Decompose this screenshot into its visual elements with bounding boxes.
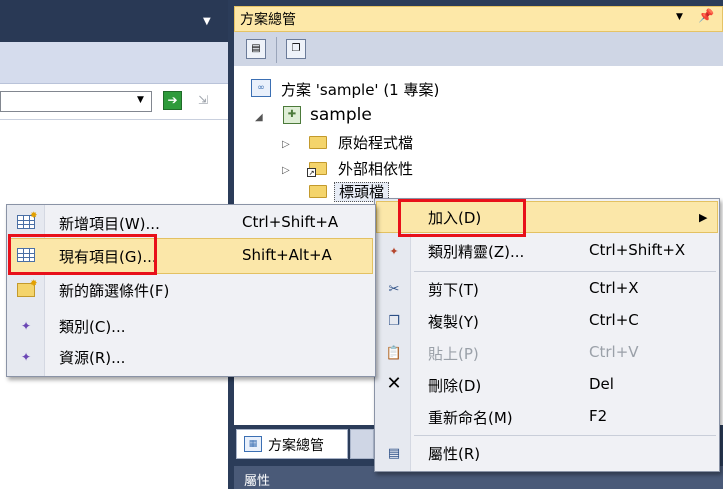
solution-explorer-toolbar [234,32,723,66]
menu-shortcut: Ctrl+C [589,311,639,329]
solution-explorer-icon: ▦ [244,436,262,452]
tree-item-folder[interactable]: 原始程式檔 [338,132,413,153]
new-star-icon: ✸ [30,211,38,221]
solution-explorer-title-bar [234,6,723,32]
delete-icon: ✕ [386,373,402,394]
menu-separator [414,435,716,436]
menu-shortcut: Ctrl+V [589,343,639,361]
paste-icon: 📋 [385,346,403,361]
editor-panel-header [0,42,228,84]
dropdown-icon[interactable]: ▼ [676,12,683,22]
tree-item-project[interactable]: sample [310,105,372,125]
menu-item-rename[interactable]: 重新命名(M) [428,407,513,428]
navigation-combo[interactable] [0,91,152,112]
annotation-frame [8,234,157,275]
collapse-icon[interactable]: ◢ [255,112,263,123]
solution-icon: ∞ [251,79,271,97]
tab-label: 方案總管 [268,438,324,454]
menu-shortcut: Del [589,375,614,393]
resource-icon: ✦ [20,350,32,364]
divider [0,119,228,120]
context-menu [374,198,720,472]
expand-icon[interactable]: ▷ [282,139,290,150]
expand-icon[interactable]: ▷ [282,165,290,176]
tree-item-solution[interactable]: 方案 'sample' (1 專案) [281,79,439,100]
chevron-down-icon[interactable]: ▼ [137,95,144,105]
properties-panel-title: 屬性 [244,474,271,489]
class-wizard-icon: ✦ [389,245,399,258]
pin-icon[interactable]: 📌 [698,9,714,24]
submenu-item-class[interactable]: 類別(C)... [59,316,125,337]
menu-item-cut[interactable]: 剪下(T) [428,279,479,300]
menu-item-copy[interactable]: 複製(Y) [428,311,479,332]
submenu-item-new-item[interactable]: 新增項目(W)... [59,213,160,234]
menu-item-properties[interactable]: 屬性(R) [428,443,480,464]
submenu-item-resource[interactable]: 資源(R)... [59,347,125,368]
disabled-action-icon: ⇲ [197,93,209,107]
tree-item-folder[interactable]: 外部相依性 [338,158,413,179]
tab-other[interactable] [350,429,374,459]
new-star-icon: ✸ [30,279,38,289]
show-all-files-icon[interactable]: ❐ [286,39,306,59]
folder-icon [309,185,327,198]
solution-explorer-title: 方案總管 [240,12,296,28]
menu-item-class-wizard[interactable]: 類別精靈(Z)... [428,241,524,262]
menu-icon-column [375,199,411,471]
menu-shortcut: Ctrl+Shift+A [242,213,339,231]
project-icon: ✚ [283,106,301,124]
properties-icon[interactable]: ▤ [246,39,266,59]
menu-shortcut: F2 [589,407,608,425]
properties-icon: ▤ [387,446,401,461]
menu-shortcut: Ctrl+Shift+X [589,241,686,259]
divider [276,37,277,63]
copy-icon: ❐ [388,314,400,329]
cut-icon: ✂ [388,282,400,297]
submenu-arrow-icon: ▶ [699,211,708,224]
go-arrow-icon[interactable]: ➔ [163,91,182,110]
menu-shortcut: Shift+Alt+A [242,246,332,264]
menu-shortcut: Ctrl+X [589,279,639,297]
submenu-item-new-filter[interactable]: 新的篩選條件(F) [59,280,169,301]
menu-separator [414,271,716,272]
window-dropdown-icon[interactable]: ▼ [203,16,211,27]
menu-item-delete[interactable]: 刪除(D) [428,375,481,396]
folder-icon [309,136,327,149]
menu-item-paste: 貼上(P) [428,345,479,363]
annotation-frame [398,199,526,237]
shortcut-overlay-icon: ↗ [307,168,316,177]
class-icon: ✦ [20,319,32,333]
